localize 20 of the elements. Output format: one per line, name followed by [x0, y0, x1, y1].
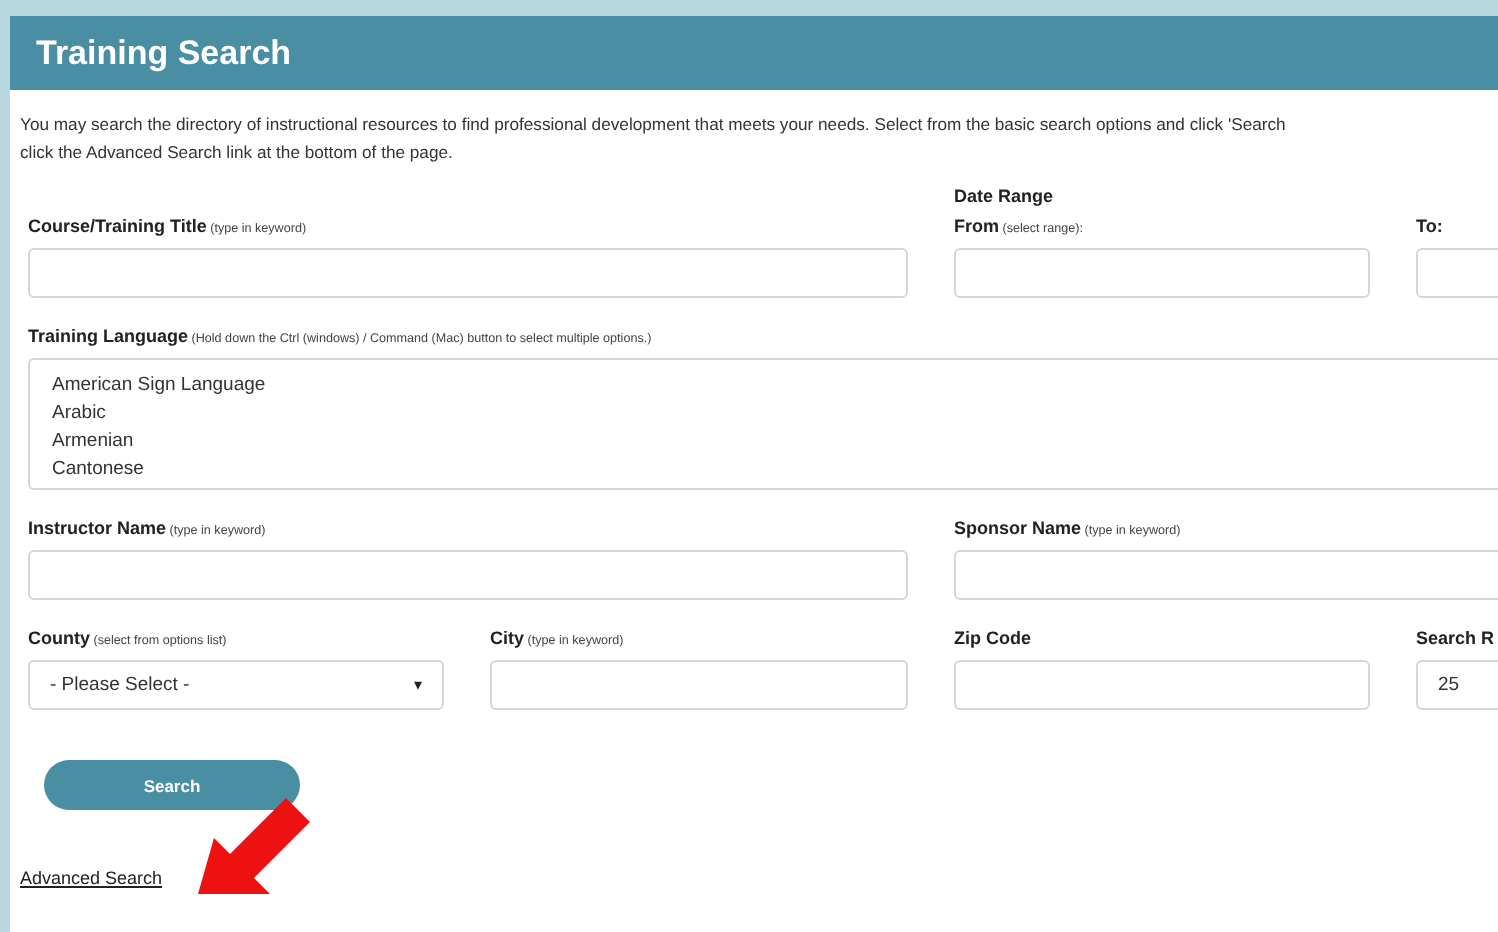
language-option[interactable]: American Sign Language	[52, 372, 1498, 400]
page-title: Training Search	[36, 33, 292, 73]
input-field[interactable]: 25	[1416, 660, 1498, 710]
input-field[interactable]	[954, 660, 1370, 710]
advanced-search-link[interactable]: Advanced Search	[20, 868, 163, 888]
county-dropdown[interactable]: - Please Select - ▾	[28, 660, 444, 710]
language-option[interactable]: Arabic	[52, 400, 1498, 428]
input-field[interactable]	[28, 550, 908, 600]
field-label: Search R	[1416, 628, 1497, 648]
input-field[interactable]	[490, 660, 908, 710]
search-button[interactable]: Search	[44, 760, 300, 810]
input-field[interactable]	[28, 248, 908, 298]
language-option[interactable]: Cantonese	[52, 456, 1498, 484]
field-label: Zip Code	[954, 628, 1033, 648]
input-field[interactable]	[954, 550, 1498, 600]
field-label: To:	[1416, 216, 1445, 236]
input-field[interactable]	[954, 248, 1370, 298]
intro-text: You may search the directory of instructional resources to find professional development that meets your needs. Select from the basic search options and click 'Search click the Advanced Search link at the bottom of the page.	[20, 112, 1288, 166]
language-option[interactable]: Armenian	[52, 428, 1498, 456]
date-range-label: Date Range	[954, 186, 1056, 206]
